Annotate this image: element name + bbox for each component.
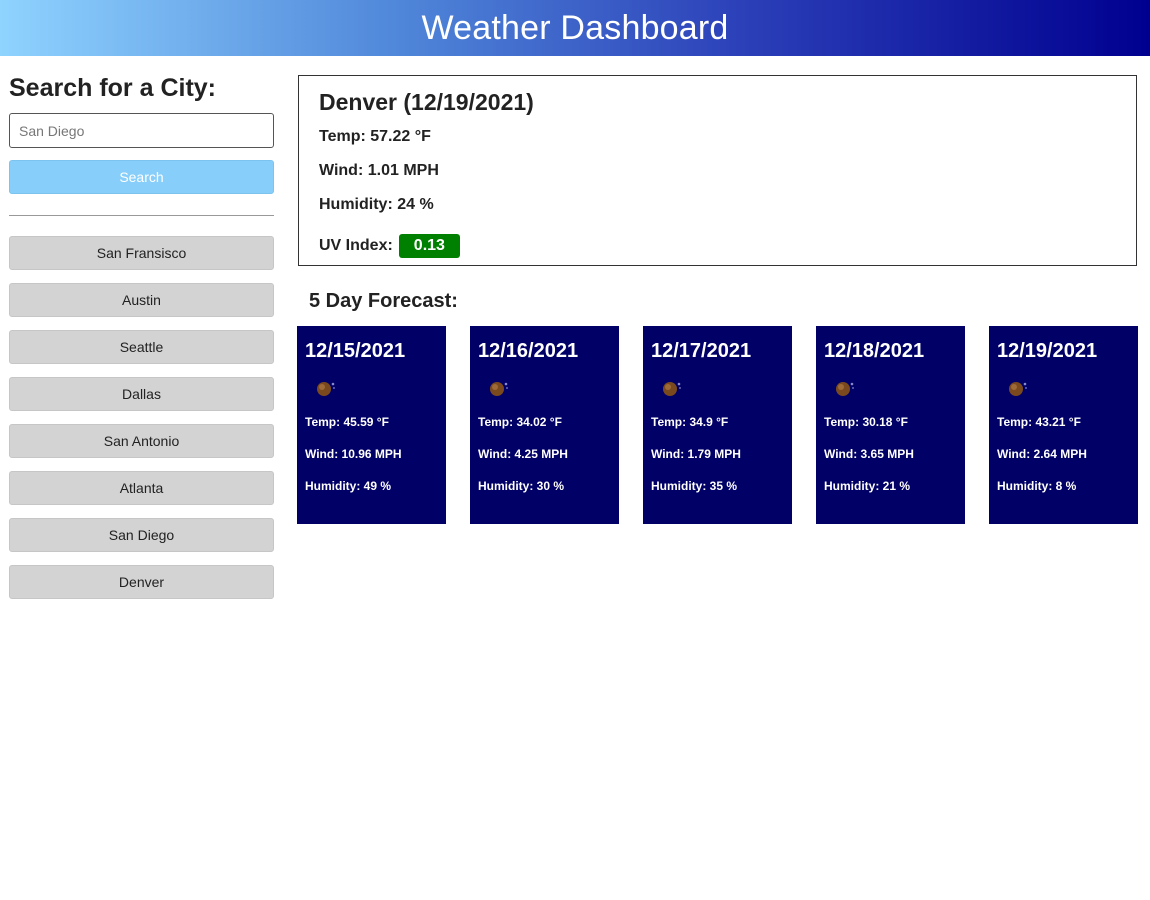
forecast-card: 12/16/2021 Temp: 34.02 °F Wind: 4.25 MPH…: [470, 326, 619, 524]
forecast-card: 12/15/2021 Temp: 45.59 °F Wind: 10.96 MP…: [297, 326, 446, 524]
forecast-wind: Wind: 4.25 MPH: [478, 447, 568, 461]
current-city-title: Denver (12/19/2021): [319, 89, 534, 115]
forecast-humidity: Humidity: 21 %: [824, 479, 911, 493]
page-title: Weather Dashboard: [421, 8, 729, 47]
history-city-button[interactable]: Atlanta: [9, 471, 274, 505]
uv-index-label: UV Index:: [319, 237, 393, 254]
current-wind: Wind: 1.01 MPH: [319, 162, 439, 179]
forecast-card: 12/19/2021 Temp: 43.21 °F Wind: 2.64 MPH…: [989, 326, 1138, 524]
moon-icon: [488, 377, 510, 399]
history-city-button[interactable]: San Antonio: [9, 424, 274, 458]
current-temp: Temp: 57.22 °F: [319, 128, 431, 145]
uv-index-row: UV Index: 0.13: [319, 229, 1116, 263]
history-city-button[interactable]: San Diego: [9, 518, 274, 552]
current-weather-panel: Denver (12/19/2021) Temp: 57.22 °F Wind:…: [298, 75, 1137, 266]
history-city-button[interactable]: Austin: [9, 283, 274, 317]
forecast-card: 12/17/2021 Temp: 34.9 °F Wind: 1.79 MPH …: [643, 326, 792, 524]
forecast-date: 12/18/2021: [824, 340, 925, 362]
forecast-cards: 12/15/2021 Temp: 45.59 °F Wind: 10.96 MP…: [297, 326, 1138, 524]
current-humidity: Humidity: 24 %: [319, 196, 434, 213]
forecast-temp: Temp: 30.18 °F: [824, 415, 908, 429]
forecast-temp: Temp: 43.21 °F: [997, 415, 1081, 429]
sidebar-divider: [9, 215, 274, 216]
forecast-wind: Wind: 2.64 MPH: [997, 447, 1087, 461]
moon-icon: [661, 377, 683, 399]
search-heading: Search for a City:: [9, 74, 217, 102]
history-city-button[interactable]: Seattle: [9, 330, 274, 364]
sidebar: Search for a City: Search San Fransisco …: [9, 72, 274, 612]
history-city-button[interactable]: San Fransisco: [9, 236, 274, 270]
forecast-card: 12/18/2021 Temp: 30.18 °F Wind: 3.65 MPH…: [816, 326, 965, 524]
forecast-wind: Wind: 10.96 MPH: [305, 447, 402, 461]
moon-icon: [1007, 377, 1029, 399]
forecast-humidity: Humidity: 49 %: [305, 479, 392, 493]
search-button[interactable]: Search: [9, 160, 274, 194]
forecast-humidity: Humidity: 35 %: [651, 479, 738, 493]
uv-index-badge: 0.13: [398, 234, 460, 258]
forecast-temp: Temp: 45.59 °F: [305, 415, 389, 429]
forecast-date: 12/15/2021: [305, 340, 406, 362]
search-history-list: San Fransisco Austin Seattle Dallas San …: [9, 236, 274, 599]
forecast-humidity: Humidity: 30 %: [478, 479, 565, 493]
forecast-humidity: Humidity: 8 %: [997, 479, 1077, 493]
forecast-wind: Wind: 3.65 MPH: [824, 447, 914, 461]
forecast-date: 12/19/2021: [997, 340, 1098, 362]
moon-icon: [315, 377, 337, 399]
forecast-wind: Wind: 1.79 MPH: [651, 447, 741, 461]
forecast-date: 12/17/2021: [651, 340, 752, 362]
forecast-temp: Temp: 34.9 °F: [651, 415, 729, 429]
history-city-button[interactable]: Dallas: [9, 377, 274, 411]
moon-icon: [834, 377, 856, 399]
forecast-date: 12/16/2021: [478, 340, 579, 362]
forecast-temp: Temp: 34.02 °F: [478, 415, 562, 429]
forecast-heading: 5 Day Forecast:: [309, 290, 458, 312]
city-search-input[interactable]: [9, 113, 274, 148]
app-header: Weather Dashboard: [0, 0, 1150, 56]
history-city-button[interactable]: Denver: [9, 565, 274, 599]
